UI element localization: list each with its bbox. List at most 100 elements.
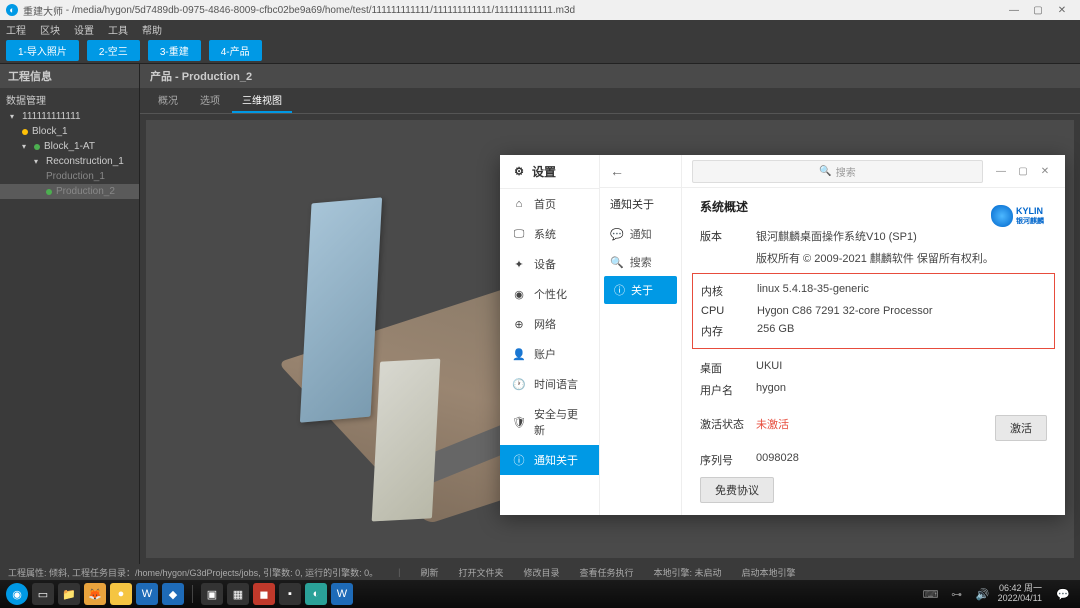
step-toolbar: 1-导入照片 2-空三 3-重建 4-产品	[0, 38, 1080, 64]
activation-label: 激活状态	[700, 416, 756, 432]
nav-account[interactable]: 👤账户	[500, 339, 599, 369]
taskbar-clock[interactable]: 06:42 周一 2022/04/11	[998, 584, 1048, 604]
close-button[interactable]: ✕	[1050, 5, 1074, 16]
taskbar-app4-icon[interactable]: ◼	[253, 583, 275, 605]
tray-network-icon[interactable]: ⊶	[946, 583, 968, 605]
serial-label: 序列号	[700, 452, 756, 468]
taskbar-app5-icon[interactable]: ▪	[279, 583, 301, 605]
status-engine: 本地引擎: 未启动	[654, 566, 722, 579]
caret-icon: ▾	[10, 112, 18, 121]
nav-home[interactable]: ⌂首页	[500, 189, 599, 219]
app-title: 重建大师	[23, 3, 63, 18]
taskbar-app6-icon[interactable]: ◐	[305, 583, 327, 605]
dialog-minimize[interactable]: —	[991, 166, 1011, 177]
sub-notify[interactable]: 💬通知	[600, 220, 681, 248]
tab-3dview[interactable]: 三维视图	[232, 88, 292, 113]
highlighted-specs: 内核linux 5.4.18-35-generic CPUHygon C86 7…	[692, 273, 1055, 349]
taskbar-folder-icon[interactable]: 📁	[58, 583, 80, 605]
dialog-maximize[interactable]: ▢	[1013, 166, 1033, 177]
nav-security[interactable]: 🛡安全与更新	[500, 399, 599, 445]
desktop-value: UKUI	[756, 360, 1047, 376]
menu-block[interactable]: 区块	[40, 22, 60, 37]
settings-body: 🔍搜索 — ▢ ✕ 系统概述 KYLIN银河麒麟 版本银河麒麟桌面操作系统V10…	[682, 155, 1065, 515]
settings-nav: ⚙设置 ⌂首页 🖵系统 ✦设备 ◉个性化 ⊕网络 👤账户 🕐时间语言 🛡安全与更…	[500, 155, 600, 515]
activate-button[interactable]: 激活	[995, 415, 1047, 441]
paint-icon: ◉	[512, 287, 526, 301]
status-refresh[interactable]: 刷新	[420, 566, 438, 579]
nav-network[interactable]: ⊕网络	[500, 309, 599, 339]
settings-title: ⚙设置	[500, 155, 599, 189]
chat-icon: 💬	[610, 228, 624, 241]
taskbar-wps-icon[interactable]: W	[136, 583, 158, 605]
tree-item[interactable]: ▾Block_1-AT	[0, 139, 139, 154]
sub-about[interactable]: ⓘ关于	[604, 276, 677, 304]
sub-search[interactable]: 🔍搜索	[600, 248, 681, 276]
tray-keyboard-icon[interactable]: ⌨	[920, 583, 942, 605]
content-tabs: 概况 选项 三维视图	[140, 88, 1080, 114]
info-icon: ⓘ	[512, 453, 526, 467]
tray-volume-icon[interactable]: 🔊	[972, 583, 994, 605]
status-text: 工程属性: 倾斜, 工程任务目录：/home/hygon/G3dProjects…	[8, 566, 378, 579]
tab-overview[interactable]: 概况	[148, 88, 188, 113]
memory-value: 256 GB	[757, 323, 1046, 339]
back-button[interactable]: ←	[600, 155, 681, 188]
taskbar-app3-icon[interactable]: ▦	[227, 583, 249, 605]
taskbar-app2-icon[interactable]: ◆	[162, 583, 184, 605]
tree-root[interactable]: 数据管理	[0, 90, 139, 109]
file-path: /media/hygon/5d7489db-0975-4846-8009-cfb…	[72, 5, 575, 16]
free-agreement-button[interactable]: 免费协议	[700, 477, 774, 503]
taskbar-app7-icon[interactable]: W	[331, 583, 353, 605]
status-start-engine[interactable]: 启动本地引擎	[742, 566, 796, 579]
kernel-label: 内核	[701, 283, 757, 299]
status-edit-dir[interactable]: 修改目录	[523, 566, 559, 579]
menu-settings[interactable]: 设置	[74, 22, 94, 37]
step-3[interactable]: 3-重建	[148, 40, 201, 61]
menu-bar: 工程 区块 设置 工具 帮助	[0, 20, 1080, 38]
arrow-left-icon: ←	[610, 163, 624, 179]
caret-icon: ▾	[22, 142, 30, 151]
app-icon: ◐	[6, 4, 18, 16]
settings-subnav: ← 通知关于 💬通知 🔍搜索 ⓘ关于	[600, 155, 682, 515]
cpu-value: Hygon C86 7291 32-core Processor	[757, 305, 1046, 317]
sidebar-title: 工程信息	[0, 64, 139, 88]
taskbar-browser-icon[interactable]: 🦊	[84, 583, 106, 605]
dialog-close[interactable]: ✕	[1035, 166, 1055, 177]
step-2[interactable]: 2-空三	[87, 40, 140, 61]
status-open-folder[interactable]: 打开文件夹	[458, 566, 503, 579]
menu-project[interactable]: 工程	[6, 22, 26, 37]
search-input[interactable]: 🔍搜索	[692, 160, 983, 183]
clock-icon: 🕐	[512, 377, 526, 391]
nav-personalize[interactable]: ◉个性化	[500, 279, 599, 309]
tree-item-selected[interactable]: Production_2	[0, 184, 139, 199]
tree-item[interactable]: Block_1	[0, 124, 139, 139]
tree-item[interactable]: ▾111111111111	[0, 109, 139, 124]
desktop-label: 桌面	[700, 360, 756, 376]
maximize-button[interactable]: ▢	[1026, 5, 1050, 16]
taskbar-terminal-icon[interactable]: ▣	[201, 583, 223, 605]
status-view-tasks[interactable]: 查看任务执行	[579, 566, 633, 579]
home-icon: ⌂	[512, 197, 526, 211]
subnav-title: 通知关于	[600, 188, 681, 220]
nav-system[interactable]: 🖵系统	[500, 219, 599, 249]
start-button[interactable]: ◉	[6, 583, 28, 605]
status-dot-icon	[46, 189, 52, 195]
tree-item[interactable]: Production_1	[0, 169, 139, 184]
nav-devices[interactable]: ✦设备	[500, 249, 599, 279]
step-1[interactable]: 1-导入照片	[6, 40, 79, 61]
nav-time[interactable]: 🕐时间语言	[500, 369, 599, 399]
tab-options[interactable]: 选项	[190, 88, 230, 113]
shield-icon: 🛡	[512, 415, 526, 429]
dialog-header: 🔍搜索 — ▢ ✕	[682, 155, 1065, 188]
tray-notification-icon[interactable]: 💬	[1052, 583, 1074, 605]
tree-item[interactable]: ▾Reconstruction_1	[0, 154, 139, 169]
taskbar-files-icon[interactable]: ▭	[32, 583, 54, 605]
nav-about[interactable]: ⓘ通知关于	[500, 445, 599, 475]
taskbar-app-icon[interactable]: ●	[110, 583, 132, 605]
minimize-button[interactable]: —	[1002, 5, 1026, 16]
cpu-label: CPU	[701, 305, 757, 317]
menu-tools[interactable]: 工具	[108, 22, 128, 37]
project-tree: 数据管理 ▾111111111111 Block_1 ▾Block_1-AT ▾…	[0, 88, 139, 201]
menu-help[interactable]: 帮助	[142, 22, 162, 37]
kylin-icon	[991, 205, 1013, 227]
step-4[interactable]: 4-产品	[209, 40, 262, 61]
